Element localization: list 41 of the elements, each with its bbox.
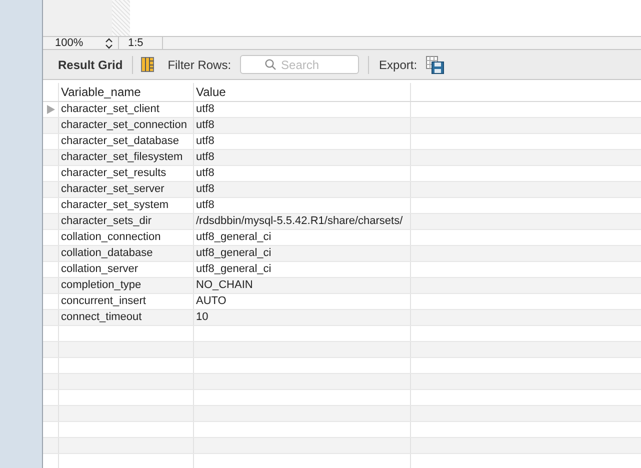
- table-cell-text: character_set_results: [61, 166, 166, 182]
- export-icon[interactable]: [426, 56, 444, 74]
- table-cell-text: character_set_server: [61, 182, 164, 198]
- editor-margin: [112, 0, 130, 36]
- table-cell-text: connect_timeout: [61, 310, 142, 326]
- stepper-icon[interactable]: [105, 38, 114, 48]
- table-cell-text: 10: [196, 310, 208, 326]
- table-cell-text: utf8: [196, 118, 214, 134]
- table-cell-text: utf8_general_ci: [196, 246, 272, 262]
- column-header[interactable]: Value: [194, 83, 411, 101]
- table-cell-text: completion_type: [61, 278, 142, 294]
- table-cell-text: character_sets_dir: [61, 214, 152, 230]
- table-cell-text: collation_connection: [61, 230, 161, 246]
- table-cell-text: collation_database: [61, 246, 153, 262]
- search-icon: [265, 59, 276, 70]
- search-field[interactable]: Search: [240, 55, 360, 74]
- table-cell-text: utf8: [196, 150, 214, 166]
- table-cell-text: AUTO: [196, 294, 226, 310]
- table-cell-text: /rdsdbbin/mysql-5.5.42.R1/share/charsets/: [196, 214, 403, 230]
- table-cell-text: concurrent_insert: [61, 294, 146, 310]
- table-cell-text: collation_server: [61, 262, 138, 278]
- result-grid-label[interactable]: Result Grid: [58, 56, 123, 74]
- table-cell-text: character_set_system: [61, 198, 169, 214]
- table-cell-text: NO_CHAIN: [196, 278, 253, 294]
- table-cell-text: utf8: [196, 102, 214, 118]
- table-cell-text: character_set_filesystem: [61, 150, 183, 166]
- table-cell-text: utf8: [196, 198, 214, 214]
- table-cell-text: utf8_general_ci: [196, 262, 272, 278]
- table-cell-text: utf8: [196, 166, 214, 182]
- zoom-level: 100%: [55, 38, 84, 48]
- column-header[interactable]: Variable_name: [59, 83, 194, 101]
- table-cell-text: character_set_connection: [61, 118, 187, 134]
- export-label: Export:: [379, 56, 418, 74]
- table-cell-text: utf8: [196, 182, 214, 198]
- table-cell-text: character_set_client: [61, 102, 160, 118]
- table-cell-text: utf8: [196, 134, 214, 150]
- table-cell-text: character_set_database: [61, 134, 180, 150]
- filter-rows-label: Filter Rows:: [168, 56, 232, 74]
- table-cell-text: utf8_general_ci: [196, 230, 272, 246]
- grid-columns-icon[interactable]: [140, 57, 154, 72]
- cursor-position: 1:5: [128, 38, 144, 48]
